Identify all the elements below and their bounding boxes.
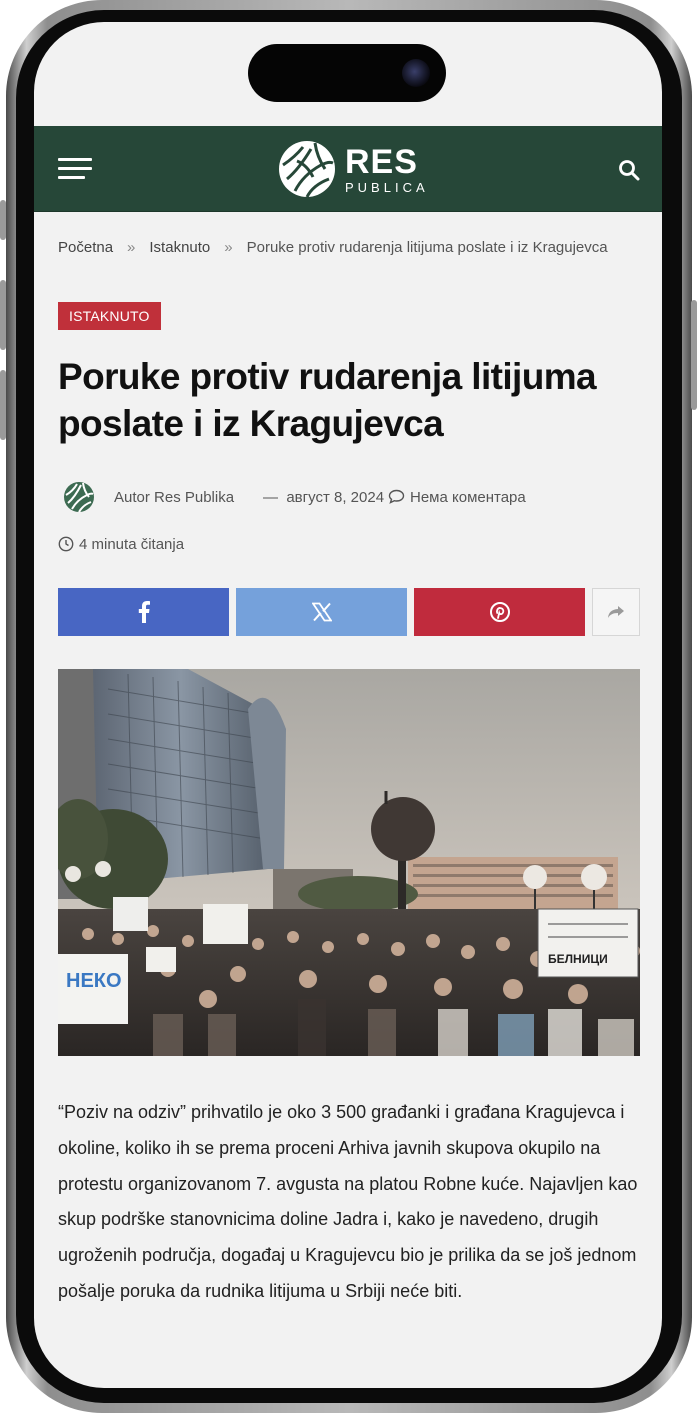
comment-bubble-icon	[388, 489, 405, 504]
protest-sign-text: БЕЛНИЦИ	[548, 952, 608, 966]
search-icon[interactable]	[618, 159, 640, 181]
phone-screen: RES PUBLICA Početna » Istaknuto » Poruke pro…	[34, 22, 662, 1388]
author-link[interactable]: Autor Res Publika	[114, 489, 234, 506]
logo-subtitle: PUBLICA	[345, 180, 429, 195]
phone-power-button	[691, 300, 697, 410]
more-share-button[interactable]	[592, 588, 640, 636]
pinterest-icon	[489, 602, 510, 622]
comments-link[interactable]: Нема коментара	[388, 489, 526, 506]
phone-action-button	[0, 200, 6, 240]
globe-logo-icon	[279, 141, 335, 198]
reading-time-text: 4 minuta čitanja	[79, 536, 185, 553]
breadcrumb-category-link[interactable]: Istaknuto	[149, 239, 210, 256]
article-title: Poruke protiv rudarenja litijuma poslate…	[58, 356, 597, 444]
facebook-share-button[interactable]	[58, 588, 229, 636]
dynamic-island	[248, 44, 446, 102]
article-body: “Poziv na odziv” prihvatilo je oko 3 500…	[58, 1102, 638, 1301]
site-logo[interactable]: RES PUBLICA	[277, 139, 427, 199]
article-meta: Autor Res Publika — август 8, 2024 Нема …	[58, 481, 640, 515]
share-arrow-icon	[608, 606, 624, 618]
clock-icon	[58, 536, 74, 552]
hamburger-menu-icon[interactable]	[58, 158, 92, 180]
x-icon	[311, 602, 332, 622]
phone-volume-up	[0, 280, 6, 350]
protest-sign-text: НЕКО	[66, 970, 122, 992]
share-bar	[58, 588, 640, 636]
protest-photo: НЕКО БЕЛНИЦИ	[58, 669, 640, 1056]
x-share-button[interactable]	[236, 588, 407, 636]
logo-wordmark: RES	[345, 143, 418, 181]
reading-time: 4 minuta čitanja	[58, 536, 184, 553]
camera-lens	[402, 59, 430, 87]
comments-count: Нема коментара	[410, 489, 526, 506]
publish-date-value: август 8, 2024	[286, 489, 385, 506]
breadcrumb: Početna » Istaknuto » Poruke protiv rudarenj…	[58, 239, 608, 256]
site-header: RES PUBLICA	[34, 126, 662, 212]
breadcrumb-current: Poruke protiv rudarenja litijuma poslate…	[246, 239, 608, 256]
pinterest-share-button[interactable]	[414, 588, 585, 636]
publish-date: — август 8, 2024	[263, 489, 384, 506]
author-avatar[interactable]	[63, 481, 95, 513]
date-separator: —	[263, 489, 278, 506]
hero-image[interactable]: НЕКО БЕЛНИЦИ	[58, 669, 640, 1056]
breadcrumb-home-link[interactable]: Početna	[58, 239, 113, 256]
category-badge[interactable]: ISTAKNUTO	[58, 302, 161, 330]
breadcrumb-separator: »	[127, 239, 136, 256]
breadcrumb-separator: »	[224, 239, 233, 256]
facebook-icon	[138, 601, 150, 623]
phone-volume-down	[0, 370, 6, 440]
